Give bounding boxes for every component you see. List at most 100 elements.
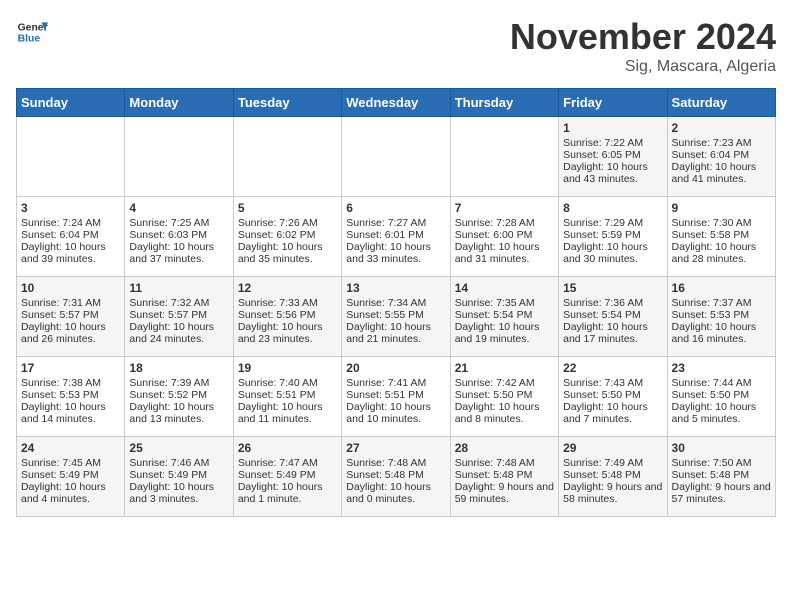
calendar-cell: 10 Sunrise: 7:31 AMSunset: 5:57 PMDayligh… xyxy=(17,277,125,357)
weekday-header-thursday: Thursday xyxy=(450,89,558,117)
day-info: Sunrise: 7:45 AM xyxy=(21,457,120,469)
day-info: Daylight: 10 hours and 17 minutes. xyxy=(563,321,662,345)
day-info: Sunset: 5:49 PM xyxy=(21,469,120,481)
calendar-cell: 27Sunrise: 7:48 AMSunset: 5:48 PMDayligh… xyxy=(342,437,450,517)
day-info: Daylight: 10 hours and 31 minutes. xyxy=(455,241,554,265)
day-info: Daylight: 10 hours and 41 minutes. xyxy=(672,161,771,185)
weekday-header-tuesday: Tuesday xyxy=(233,89,341,117)
day-info: Sunset: 5:51 PM xyxy=(346,389,445,401)
day-info: Daylight: 10 hours and 30 minutes. xyxy=(563,241,662,265)
month-title: November 2024 xyxy=(510,16,776,58)
day-info: Sunrise: 7:28 AM xyxy=(455,217,554,229)
day-info: Sunrise: 7:37 AM xyxy=(672,297,771,309)
day-number: 6 xyxy=(346,201,445,215)
day-info: Sunset: 5:53 PM xyxy=(21,389,120,401)
day-info: Daylight: 10 hours and 13 minutes. xyxy=(129,401,228,425)
day-number: 11 xyxy=(129,281,228,295)
calendar-cell: 22Sunrise: 7:43 AMSunset: 5:50 PMDayligh… xyxy=(559,357,667,437)
day-info: Sunset: 5:50 PM xyxy=(672,389,771,401)
day-info: Sunset: 5:50 PM xyxy=(563,389,662,401)
svg-text:Blue: Blue xyxy=(18,34,41,45)
day-number: 3 xyxy=(21,201,120,215)
day-info: Daylight: 10 hours and 16 minutes. xyxy=(672,321,771,345)
day-info: Sunrise: 7:36 AM xyxy=(563,297,662,309)
day-info: Sunset: 5:51 PM xyxy=(238,389,337,401)
day-info: Daylight: 9 hours and 57 minutes. xyxy=(672,481,771,505)
day-info: Sunset: 5:57 PM xyxy=(21,309,120,321)
day-info: Daylight: 10 hours and 1 minute. xyxy=(238,481,337,505)
day-info: Daylight: 10 hours and 0 minutes. xyxy=(346,481,445,505)
calendar-table: SundayMondayTuesdayWednesdayThursdayFrid… xyxy=(16,88,776,517)
day-number: 23 xyxy=(672,361,771,375)
calendar-cell: 2Sunrise: 7:23 AMSunset: 6:04 PMDaylight… xyxy=(667,117,775,197)
calendar-cell: 15 Sunrise: 7:36 AMSunset: 5:54 PMDayligh… xyxy=(559,277,667,357)
day-info: Sunset: 5:57 PM xyxy=(129,309,228,321)
day-info: Sunset: 5:48 PM xyxy=(346,469,445,481)
calendar-cell: 12Sunrise: 7:33 AMSunset: 5:56 PMDayligh… xyxy=(233,277,341,357)
day-number: 18 xyxy=(129,361,228,375)
day-number: 14 xyxy=(455,281,554,295)
calendar-cell: 9Sunrise: 7:30 AMSunset: 5:58 PMDaylight… xyxy=(667,197,775,277)
day-info: Sunrise: 7:46 AM xyxy=(129,457,228,469)
calendar-cell xyxy=(17,117,125,197)
day-info: Daylight: 10 hours and 5 minutes. xyxy=(672,401,771,425)
day-number: 26 xyxy=(238,441,337,455)
day-info: Daylight: 10 hours and 10 minutes. xyxy=(346,401,445,425)
day-info: Daylight: 10 hours and 28 minutes. xyxy=(672,241,771,265)
day-info: Daylight: 10 hours and 37 minutes. xyxy=(129,241,228,265)
day-info: Sunrise: 7:48 AM xyxy=(346,457,445,469)
day-number: 7 xyxy=(455,201,554,215)
day-number: 29 xyxy=(563,441,662,455)
day-info: Sunrise: 7:43 AM xyxy=(563,377,662,389)
day-number: 2 xyxy=(672,121,771,135)
day-number: 19 xyxy=(238,361,337,375)
day-info: Sunrise: 7:26 AM xyxy=(238,217,337,229)
calendar-cell: 1Sunrise: 7:22 AMSunset: 6:05 PMDaylight… xyxy=(559,117,667,197)
day-info: Sunset: 5:48 PM xyxy=(672,469,771,481)
day-number: 8 xyxy=(563,201,662,215)
day-number: 10 xyxy=(21,281,120,295)
day-info: Sunset: 6:04 PM xyxy=(672,149,771,161)
day-info: Sunset: 5:54 PM xyxy=(563,309,662,321)
week-row-1: 1Sunrise: 7:22 AMSunset: 6:05 PMDaylight… xyxy=(17,117,776,197)
day-info: Sunrise: 7:40 AM xyxy=(238,377,337,389)
calendar-cell: 19 Sunrise: 7:40 AMSunset: 5:51 PMDayligh… xyxy=(233,357,341,437)
calendar-cell: 6Sunrise: 7:27 AMSunset: 6:01 PMDaylight… xyxy=(342,197,450,277)
day-info: Sunset: 5:50 PM xyxy=(455,389,554,401)
day-info: Sunset: 5:59 PM xyxy=(563,229,662,241)
day-info: Sunrise: 7:38 AM xyxy=(21,377,120,389)
day-info: Sunrise: 7:50 AM xyxy=(672,457,771,469)
calendar-cell: 4Sunrise: 7:25 AMSunset: 6:03 PMDaylight… xyxy=(125,197,233,277)
weekday-header-saturday: Saturday xyxy=(667,89,775,117)
day-info: Sunrise: 7:30 AM xyxy=(672,217,771,229)
day-number: 25 xyxy=(129,441,228,455)
week-row-5: 24 Sunrise: 7:45 AMSunset: 5:49 PM Dayligh… xyxy=(17,437,776,517)
day-number: 30 xyxy=(672,441,771,455)
day-number: 15 xyxy=(563,281,662,295)
day-info: Daylight: 10 hours and 8 minutes. xyxy=(455,401,554,425)
day-info: Sunrise: 7:29 AM xyxy=(563,217,662,229)
calendar-cell: 14Sunrise: 7:35 AMSunset: 5:54 PMDayligh… xyxy=(450,277,558,357)
day-info: Sunset: 6:01 PM xyxy=(346,229,445,241)
week-row-3: 10Sunrise: 7:31 AMSunset: 5:57 PMDayligh… xyxy=(17,277,776,357)
calendar-cell: 25Sunrise: 7:46 AMSunset: 5:49 PMDayligh… xyxy=(125,437,233,517)
day-info: Daylight: 10 hours and 43 minutes. xyxy=(563,161,662,185)
day-info: Sunrise: 7:48 AM xyxy=(455,457,554,469)
day-info: Sunset: 5:48 PM xyxy=(455,469,554,481)
logo-icon: General Blue xyxy=(16,16,48,48)
day-number: 24 xyxy=(21,441,120,455)
day-info: Sunrise: 7:42 AM xyxy=(455,377,554,389)
calendar-cell: 26Sunrise: 7:47 AMSunset: 5:49 PMDayligh… xyxy=(233,437,341,517)
week-row-2: 3Sunrise: 7:24 AMSunset: 6:04 PMDaylight… xyxy=(17,197,776,277)
day-info: Sunrise: 7:24 AM xyxy=(21,217,120,229)
day-info: Daylight: 10 hours and 11 minutes. xyxy=(238,401,337,425)
calendar-cell: 21Sunrise: 7:42 AMSunset: 5:50 PMDayligh… xyxy=(450,357,558,437)
day-info: Daylight: 10 hours and 33 minutes. xyxy=(346,241,445,265)
calendar-cell: 5Sunrise: 7:26 AMSunset: 6:02 PMDaylight… xyxy=(233,197,341,277)
calendar-cell: 8 Sunrise: 7:29 AMSunset: 5:59 PMDaylight… xyxy=(559,197,667,277)
day-info: Sunrise: 7:31 AM xyxy=(21,297,120,309)
day-info: Sunrise: 7:22 AM xyxy=(563,137,662,149)
calendar-cell: 24Sunrise: 7:45 AMSunset: 5:49 PMDayligh… xyxy=(17,437,125,517)
day-number: 5 xyxy=(238,201,337,215)
day-info: Daylight: 10 hours and 26 minutes. xyxy=(21,321,120,345)
